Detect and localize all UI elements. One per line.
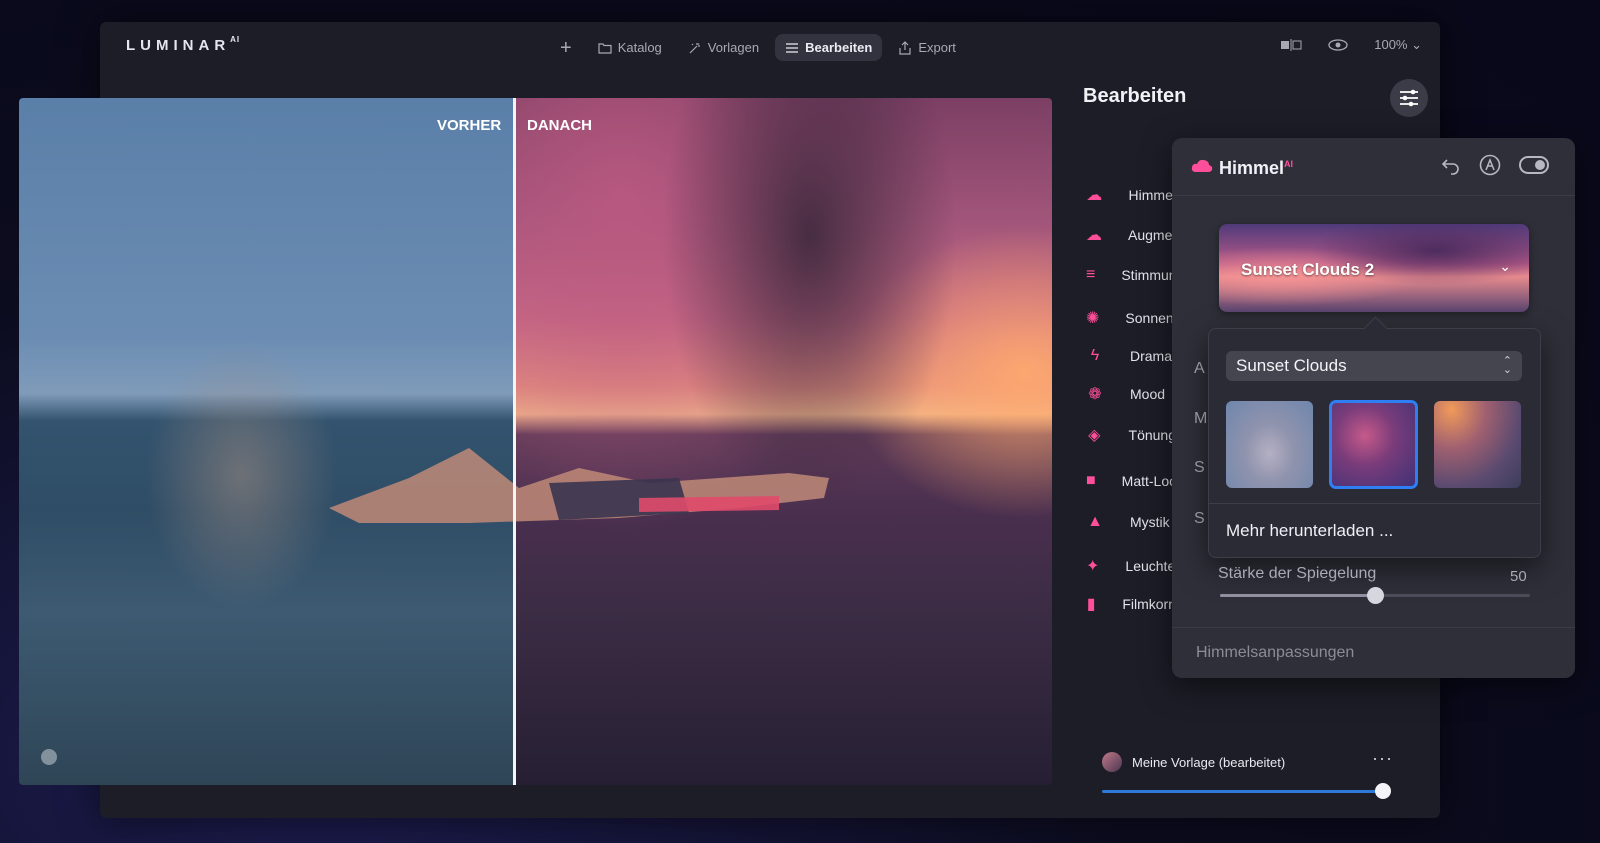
export-label: Export (918, 40, 956, 55)
preset-more-button[interactable]: ··· (1372, 748, 1393, 769)
magic-wand-icon (689, 42, 700, 53)
preset-thumbnail (1102, 752, 1122, 772)
sliders-icon (1400, 89, 1418, 107)
cloud-outline-icon: ☁ (1086, 227, 1102, 244)
sun-icon: ✺ (1086, 310, 1100, 327)
square-icon: ■ (1086, 472, 1096, 489)
row-label-m: M (1194, 410, 1208, 427)
sky-select-value: Sunset Clouds 2 (1241, 260, 1375, 279)
sky-category-select[interactable]: Sunset Clouds ⌃ ⌄ (1226, 351, 1522, 381)
row-label-a: A (1194, 360, 1205, 377)
sky-dropdown: Sunset Clouds ⌃ ⌄ Mehr herunterladen ... (1208, 328, 1541, 558)
app-logo: LUMINARAI (126, 35, 241, 54)
tool-toenung[interactable]: ◈ Tönung (1086, 426, 1176, 444)
lightning-icon: ϟ (1090, 347, 1100, 364)
add-button[interactable]: + (550, 35, 582, 61)
sliders-icon (786, 42, 799, 53)
after-label: DANACH (527, 117, 592, 134)
tool-matt-look[interactable]: ■Matt-Look (1086, 472, 1176, 490)
download-more-link[interactable]: Mehr herunterladen ... (1226, 521, 1393, 541)
photo-canvas[interactable]: VORHER DANACH (19, 98, 1052, 785)
preset-amount-slider[interactable] (1102, 790, 1382, 793)
bearbeiten-tab[interactable]: Bearbeiten (775, 34, 883, 61)
sparkle-icon: ✦ (1086, 558, 1100, 575)
lines-icon: ≡ (1086, 266, 1096, 283)
tool-himmel[interactable]: ☁ Himmel (1086, 186, 1176, 204)
preset-name: Meine Vorlage (bearbeitet) (1132, 754, 1286, 770)
sky-thumbnail[interactable] (1226, 401, 1313, 488)
sky-thumbnails (1226, 400, 1521, 489)
himmel-header: HimmelAI (1172, 138, 1575, 196)
tool-augmented[interactable]: ☁Augmented (1086, 226, 1176, 244)
adjustments-button[interactable] (1390, 79, 1428, 117)
himmel-title: HimmelAI (1219, 158, 1294, 178)
top-navigation: + Katalog Vorlagen Bearbeiten Export (550, 34, 966, 61)
reflection-label: Stärke der Spiegelung (1218, 565, 1377, 582)
mood-icon: ❁ (1088, 386, 1102, 403)
eye-icon[interactable] (1328, 39, 1348, 51)
updown-chevron-icon: ⌃ ⌄ (1502, 355, 1512, 376)
sky-select[interactable]: Sunset Clouds 2 ⌄ (1219, 224, 1529, 312)
paint-bucket-icon: ◈ (1088, 427, 1101, 444)
undo-icon[interactable] (1441, 155, 1461, 175)
tool-filmkorn[interactable]: ▮ Filmkorn (1086, 595, 1176, 613)
katalog-tab[interactable]: Katalog (588, 34, 672, 61)
reflection-slider-fill (1220, 594, 1375, 597)
mountain-icon: ▲ (1087, 513, 1103, 530)
reflection-value: 50 (1510, 568, 1527, 585)
cloud-icon (1191, 159, 1213, 172)
himmel-header-actions (1441, 154, 1549, 176)
preset-row[interactable]: Meine Vorlage (bearbeitet) (1102, 752, 1285, 772)
panel-title: Bearbeiten (1083, 85, 1187, 107)
vorlagen-label: Vorlagen (707, 40, 760, 55)
before-label: VORHER (437, 117, 502, 134)
folder-icon (598, 42, 612, 54)
before-after-divider[interactable] (513, 98, 516, 785)
view-controls: 100% ⌄ (1280, 37, 1422, 53)
sky-category-value: Sunset Clouds (1236, 356, 1347, 375)
compare-icon[interactable] (1280, 39, 1302, 51)
zoom-select[interactable]: 100% ⌄ (1374, 37, 1422, 53)
tool-leuchten[interactable]: ✦Leuchten (1086, 557, 1176, 575)
mask-brush-icon[interactable] (1479, 154, 1501, 176)
reflection-slider-knob[interactable] (1367, 587, 1384, 604)
sky-thumbnail[interactable] (1434, 401, 1521, 488)
katalog-label: Katalog (617, 40, 662, 55)
tool-stimmung[interactable]: ≡Stimmung (1086, 266, 1176, 284)
plus-icon: + (560, 36, 572, 59)
divider (1209, 503, 1540, 504)
row-label-s2: S (1194, 510, 1205, 527)
share-icon (899, 40, 911, 55)
surfer-figure (329, 448, 829, 523)
preset-amount-knob[interactable] (1375, 783, 1391, 799)
chevron-down-icon: ⌄ (1499, 258, 1511, 274)
divider (1172, 627, 1575, 628)
info-button[interactable] (41, 749, 57, 765)
row-label-s1: S (1194, 459, 1205, 476)
bearbeiten-label: Bearbeiten (805, 40, 873, 55)
cloud-icon: ☁ (1086, 187, 1103, 204)
tool-sonnenstrahlen[interactable]: ✺Sonnenstrahlen (1086, 309, 1176, 327)
tool-mystik[interactable]: ▲ Mystik (1086, 513, 1176, 531)
vorlagen-tab[interactable]: Vorlagen (678, 34, 769, 61)
sky-thumbnail-selected[interactable] (1329, 400, 1418, 489)
tool-mood[interactable]: ❁ Mood (1086, 385, 1176, 403)
sky-adjustments-section[interactable]: Himmelsanpassungen (1196, 644, 1354, 662)
tool-drama[interactable]: ϟ Drama (1086, 347, 1176, 365)
export-tab[interactable]: Export (888, 34, 966, 61)
visibility-toggle[interactable] (1519, 156, 1549, 174)
film-icon: ▮ (1086, 596, 1096, 613)
